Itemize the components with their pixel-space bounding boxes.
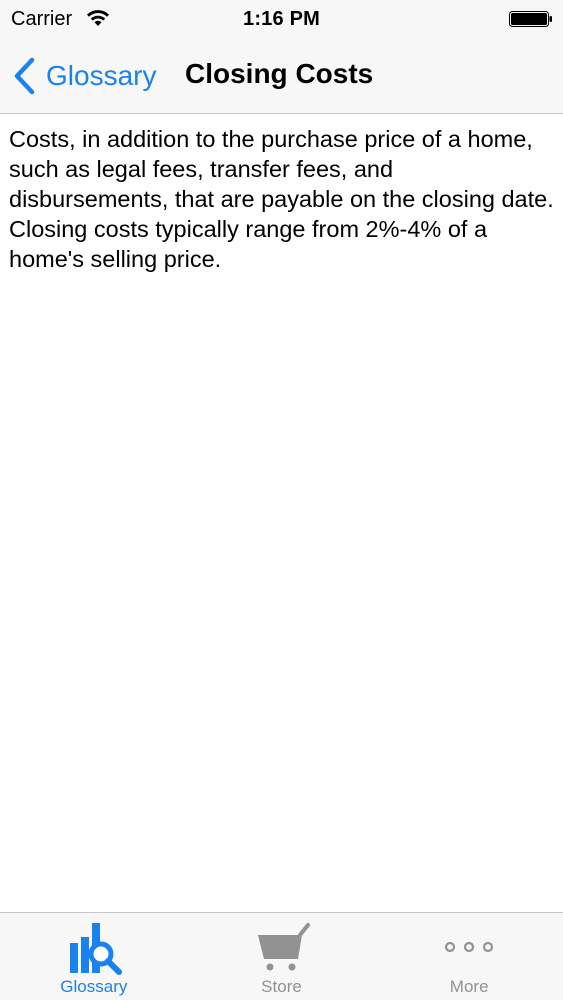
glossary-icon: [69, 923, 122, 975]
tab-more-label: More: [449, 977, 489, 996]
tab-glossary-label: Glossary: [60, 977, 128, 996]
definition-text: Costs, in addition to the purchase price…: [9, 126, 554, 272]
screen: Carrier 1:16 PM Glossary Closing Costs C…: [0, 0, 563, 1000]
tab-store-label: Store: [261, 977, 302, 996]
tab-store[interactable]: Store: [188, 913, 376, 1000]
tab-more[interactable]: More: [375, 913, 563, 1000]
page-title: Closing Costs: [185, 58, 374, 89]
back-button[interactable]: Glossary: [12, 56, 156, 96]
more-icon: [445, 941, 494, 953]
navigation-bar: Glossary Closing Costs: [0, 38, 563, 114]
back-button-label: Glossary: [46, 60, 157, 91]
battery-icon: [509, 11, 552, 27]
status-bar: Carrier 1:16 PM: [0, 0, 563, 38]
chevron-left-icon: [14, 57, 35, 95]
tab-glossary[interactable]: Glossary: [0, 913, 188, 1000]
clock: 1:16 PM: [243, 8, 320, 30]
tab-bar: Glossary Store More: [0, 912, 563, 1000]
cart-icon: [257, 923, 310, 971]
